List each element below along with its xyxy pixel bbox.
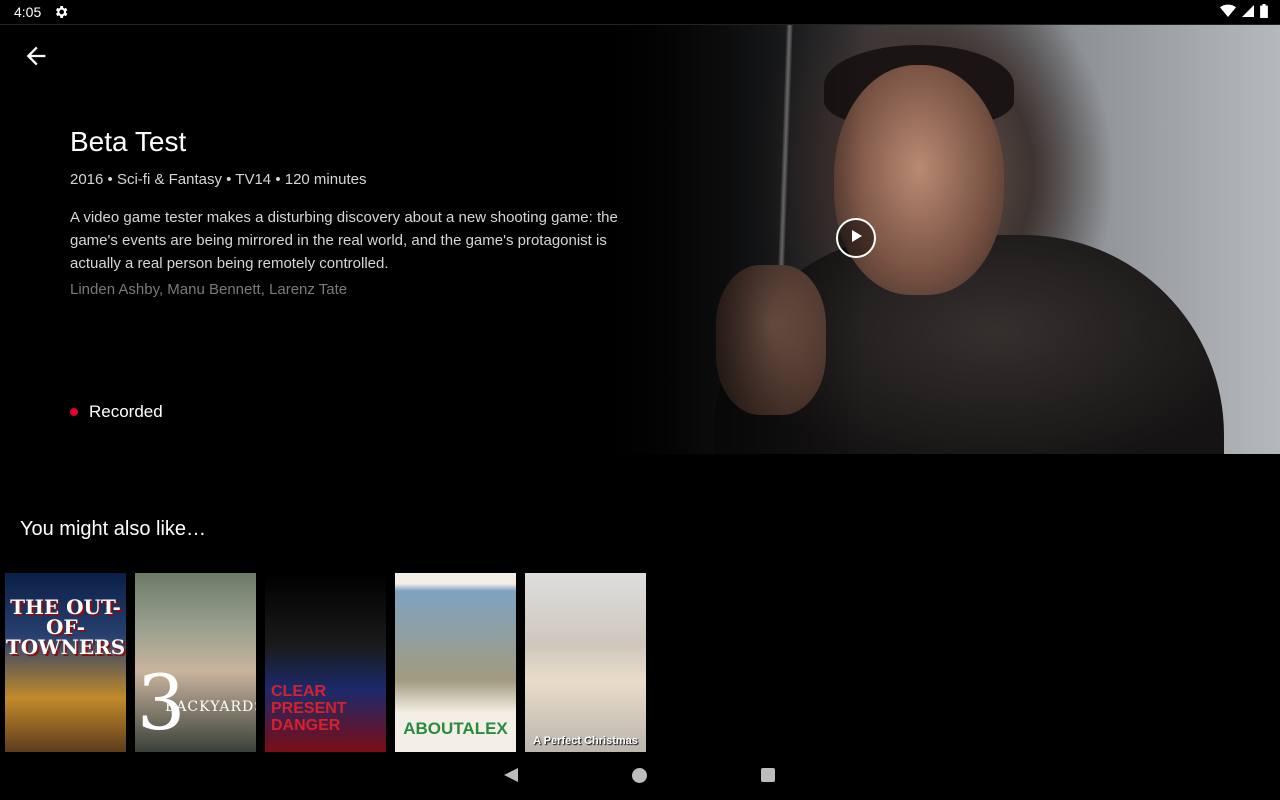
poster-title-art: BACKYARDS <box>165 699 256 715</box>
record-dot-icon <box>70 408 78 416</box>
poster-card[interactable]: A Perfect Christmas <box>525 573 646 752</box>
poster-title-art: A Perfect Christmas <box>533 735 638 747</box>
signal-icon <box>1242 4 1254 23</box>
arrow-left-icon <box>22 46 50 74</box>
poster-card[interactable]: CLEAR PRESENT DANGER <box>265 573 386 752</box>
poster-card[interactable]: ABOUTALEX <box>395 573 516 752</box>
recommendations-heading: You might also like… <box>20 518 207 540</box>
battery-icon <box>1260 4 1268 23</box>
back-button[interactable] <box>22 42 50 70</box>
nav-back-icon[interactable] <box>502 766 520 789</box>
program-title: Beta Test <box>70 126 187 157</box>
nav-home-icon[interactable] <box>632 768 647 783</box>
poster-title-art: CLEAR PRESENT DANGER <box>271 683 347 734</box>
program-description: A video game tester makes a disturbing d… <box>70 209 618 272</box>
recommendations-row: THE OUT-OF-TOWNERS 3 BACKYARDS CLEAR PRE… <box>5 573 646 752</box>
play-icon <box>848 228 864 249</box>
poster-card[interactable]: 3 BACKYARDS <box>135 573 256 752</box>
recorded-label: Recorded <box>89 402 163 421</box>
status-bar: 4:05 <box>0 0 1280 24</box>
hero-image[interactable] <box>604 25 1280 454</box>
nav-recents-icon[interactable] <box>761 768 775 782</box>
poster-title-art: ABOUTALEX <box>403 719 508 738</box>
poster-card[interactable]: THE OUT-OF-TOWNERS <box>5 573 126 752</box>
poster-title-art: THE OUT-OF-TOWNERS <box>5 595 126 659</box>
play-button[interactable] <box>836 218 876 258</box>
status-time: 4:05 <box>14 4 42 20</box>
wifi-icon <box>1220 4 1236 23</box>
program-cast: Linden Ashby, Manu Bennett, Larenz Tate <box>70 281 348 298</box>
gear-icon <box>53 4 69 20</box>
recorded-status: Recorded <box>70 402 163 422</box>
program-meta: 2016 • Sci-fi & Fantasy • TV14 • 120 min… <box>70 171 367 188</box>
